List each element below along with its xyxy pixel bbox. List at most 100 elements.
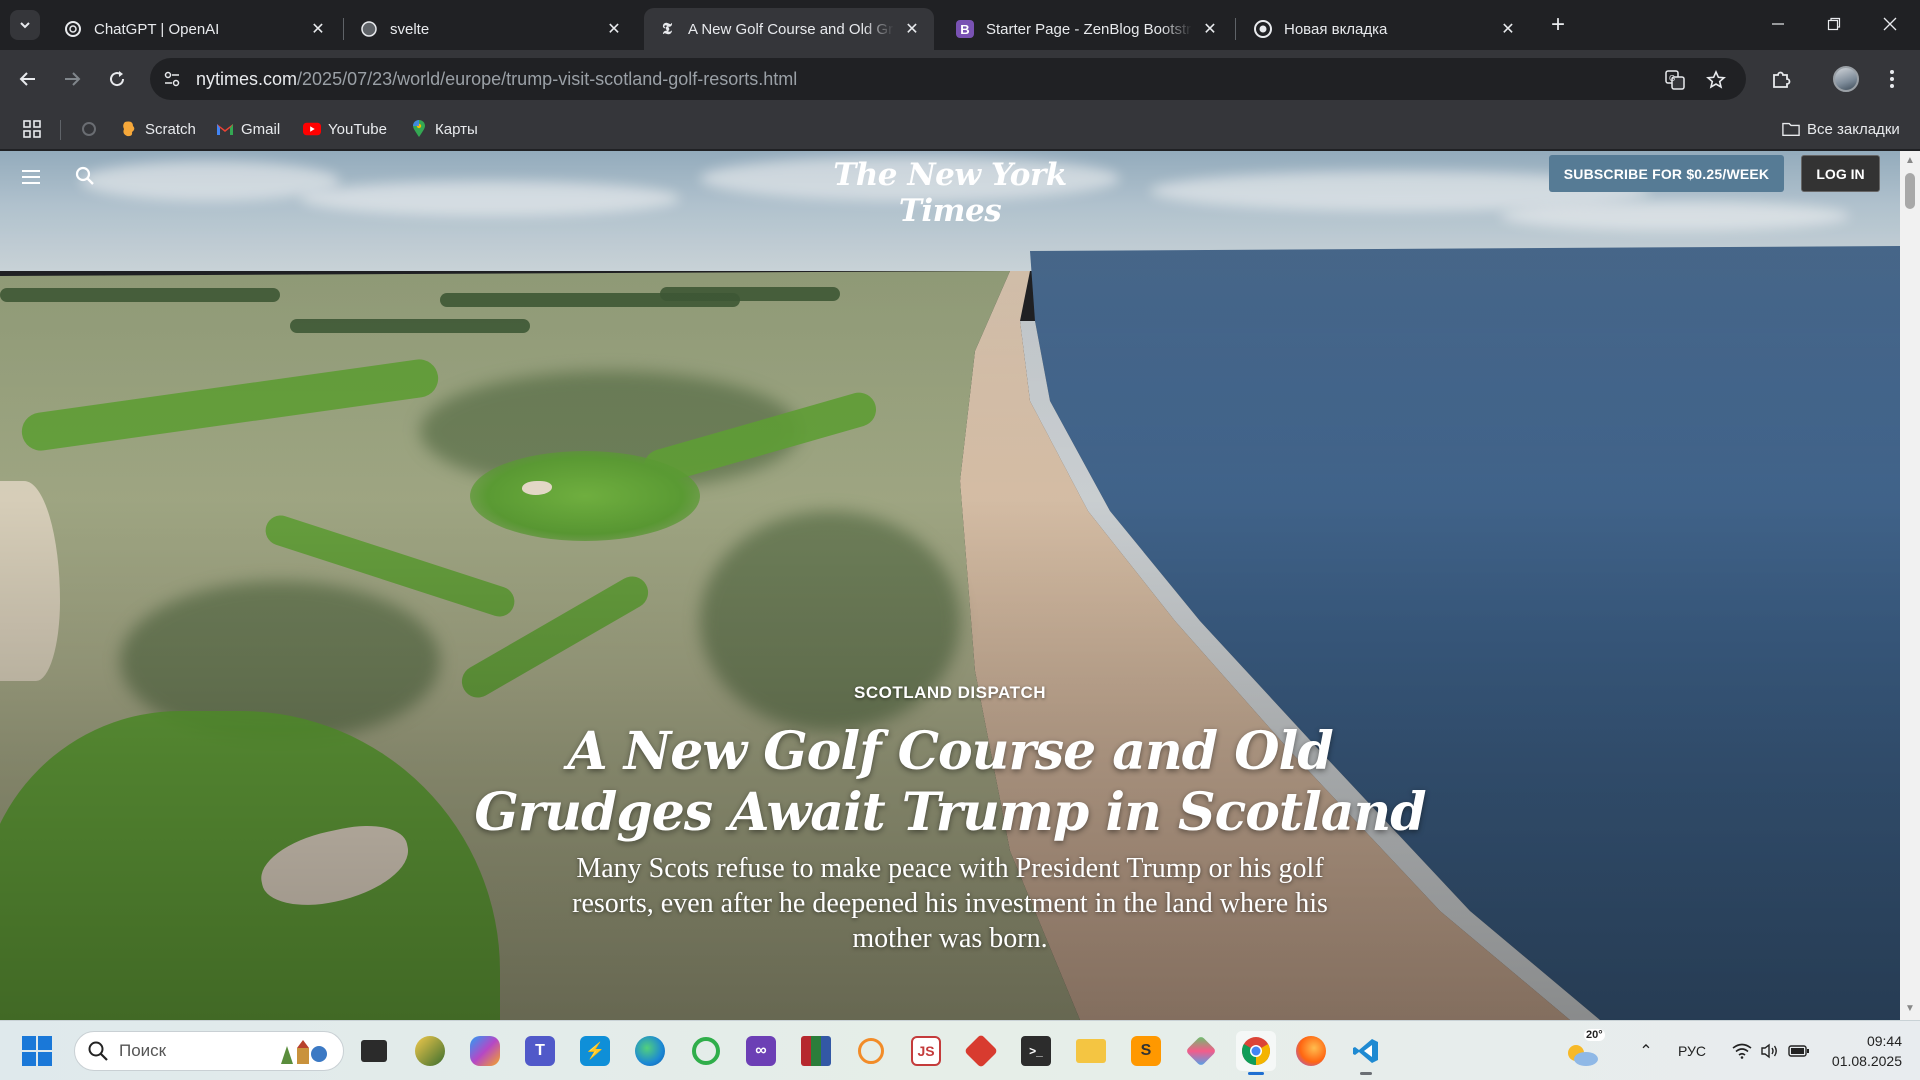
bookmark-unnamed[interactable]	[80, 117, 105, 141]
wifi-icon[interactable]	[1732, 1043, 1752, 1059]
volume-icon[interactable]	[1760, 1043, 1780, 1059]
close-window-button[interactable]	[1862, 0, 1918, 48]
file-explorer-icon[interactable]	[354, 1031, 394, 1071]
login-button[interactable]: LOG IN	[1801, 155, 1880, 192]
close-tab-icon[interactable]: ✕	[308, 19, 328, 39]
terminal-icon[interactable]: >_	[1016, 1031, 1056, 1071]
close-tab-icon[interactable]: ✕	[604, 19, 624, 39]
page-scrollbar[interactable]: ▲ ▼	[1900, 151, 1920, 1020]
profile-button[interactable]	[1830, 63, 1862, 95]
sublime-icon[interactable]: S	[1126, 1031, 1166, 1071]
clock-date: 01.08.2025	[1831, 1053, 1902, 1069]
colorful-app-icon[interactable]	[1181, 1031, 1221, 1071]
back-button[interactable]	[12, 63, 44, 95]
puzzle-icon	[1773, 71, 1791, 88]
git-icon[interactable]	[961, 1031, 1001, 1071]
extensions-button[interactable]	[1765, 63, 1797, 95]
address-bar[interactable]: nytimes.com/2025/07/23/world/europe/trum…	[150, 58, 1746, 100]
forward-button[interactable]	[56, 63, 88, 95]
tab-nyt[interactable]: 𝕿 A New Golf Course and Old Gru ✕	[644, 8, 934, 50]
scroll-up-arrow-icon[interactable]: ▲	[1904, 155, 1916, 167]
folder-icon[interactable]	[1071, 1031, 1111, 1071]
system-tray: ⌃ РУС	[1628, 1021, 1810, 1080]
tab-title: svelte	[390, 20, 430, 38]
hamburger-menu-icon[interactable]	[22, 165, 46, 189]
arrow-right-icon	[65, 72, 81, 86]
page-viewport[interactable]: The New York Times SUBSCRIBE FOR $0.25/W…	[0, 151, 1900, 1020]
bookmark-gmail[interactable]: Gmail	[216, 117, 280, 141]
site-info-icon[interactable]	[160, 67, 184, 91]
arrow-left-icon	[19, 72, 35, 86]
search-placeholder: Поиск	[119, 1041, 167, 1060]
close-tab-icon[interactable]: ✕	[902, 19, 922, 39]
bookmarks-bar: Scratch Gmail YouTube Карты Все закладки	[0, 108, 1920, 150]
article-headline: A New Golf Course and Old Grudges Await …	[474, 721, 1426, 843]
youtube-icon	[303, 120, 321, 138]
weather-temp: 20°	[1584, 1029, 1605, 1041]
close-tab-icon[interactable]: ✕	[1498, 19, 1518, 39]
gmail-icon	[216, 120, 234, 138]
winrar-icon[interactable]	[796, 1031, 836, 1071]
bookmark-scratch[interactable]: Scratch	[120, 117, 196, 141]
tab-svelte[interactable]: svelte ✕	[346, 8, 636, 50]
teams-icon[interactable]: T	[520, 1031, 560, 1071]
tab-new[interactable]: Новая вкладка ✕	[1240, 8, 1530, 50]
bookmark-maps[interactable]: Карты	[410, 117, 478, 141]
bookmark-star-icon[interactable]	[1703, 67, 1729, 93]
language-indicator[interactable]: РУС	[1664, 1043, 1720, 1059]
more-vert-icon	[1890, 70, 1894, 88]
copilot-icon[interactable]	[465, 1031, 505, 1071]
edge-icon[interactable]	[630, 1031, 670, 1071]
visual-studio-icon[interactable]: ∞	[741, 1031, 781, 1071]
all-bookmarks-button[interactable]: Все закладки	[1782, 117, 1900, 141]
tab-title: Starter Page - ZenBlog Bootstra	[986, 20, 1192, 38]
weather-widget[interactable]: 20°	[1562, 1029, 1605, 1071]
tab-search-button[interactable]	[10, 10, 40, 40]
restore-button[interactable]	[1806, 0, 1862, 48]
avatar	[1833, 66, 1859, 92]
bookmark-label: YouTube	[328, 120, 387, 138]
browser-toolbar: nytimes.com/2025/07/23/world/europe/trum…	[0, 50, 1920, 108]
weather-app-icon[interactable]	[410, 1031, 450, 1071]
tab-title: A New Golf Course and Old Gru	[688, 20, 894, 38]
search-highlight-icon	[281, 1040, 327, 1064]
green-app-icon[interactable]	[686, 1031, 726, 1071]
new-tab-button[interactable]: +	[1543, 10, 1573, 40]
bookmark-divider	[60, 120, 61, 140]
firefox-icon[interactable]	[1291, 1031, 1331, 1071]
taskbar-search[interactable]: Поиск	[74, 1031, 344, 1071]
folder-icon	[1782, 120, 1800, 138]
chrome-taskbar-icon[interactable]	[1236, 1031, 1276, 1075]
battery-icon[interactable]	[1788, 1044, 1810, 1058]
tab-divider	[343, 18, 344, 40]
chevron-down-icon	[20, 22, 30, 29]
close-icon	[1883, 17, 1897, 31]
url-text[interactable]: nytimes.com/2025/07/23/world/europe/trum…	[196, 69, 797, 90]
tab-chatgpt[interactable]: ChatGPT | OpenAI ✕	[50, 8, 340, 50]
chevron-up-icon[interactable]: ⌃	[1628, 1041, 1664, 1061]
scratch-desktop-icon[interactable]: JS	[906, 1031, 946, 1071]
search-icon[interactable]	[74, 165, 98, 189]
taskbar-clock[interactable]: 09:44 01.08.2025	[1822, 1031, 1902, 1071]
vscode-icon[interactable]	[1346, 1031, 1386, 1075]
windows-start-icon[interactable]	[22, 1036, 52, 1066]
tab-zenblog[interactable]: B Starter Page - ZenBlog Bootstra ✕	[942, 8, 1232, 50]
article-kicker[interactable]: SCOTLAND DISPATCH	[0, 683, 1900, 703]
orange-app-icon[interactable]	[851, 1031, 891, 1071]
nyt-logo[interactable]: The New York Times	[800, 157, 1100, 229]
subscribe-button[interactable]: SUBSCRIBE FOR $0.25/WEEK	[1549, 155, 1784, 192]
menu-button[interactable]	[1876, 63, 1908, 95]
bookmark-youtube[interactable]: YouTube	[303, 117, 387, 141]
apps-button[interactable]	[22, 117, 42, 141]
scrollbar-thumb[interactable]	[1905, 173, 1915, 209]
scroll-down-arrow-icon[interactable]: ▼	[1904, 1003, 1916, 1015]
power-automate-icon[interactable]: ⚡	[575, 1031, 615, 1071]
translate-icon[interactable]: G	[1662, 67, 1688, 93]
reload-button[interactable]	[101, 63, 133, 95]
minimize-button[interactable]	[1750, 0, 1806, 48]
article-summary: Many Scots refuse to make peace with Pre…	[572, 853, 1328, 954]
bookmark-label: Gmail	[241, 120, 281, 138]
svg-text:G: G	[1669, 74, 1675, 83]
apps-grid-icon	[23, 120, 41, 138]
close-tab-icon[interactable]: ✕	[1200, 19, 1220, 39]
